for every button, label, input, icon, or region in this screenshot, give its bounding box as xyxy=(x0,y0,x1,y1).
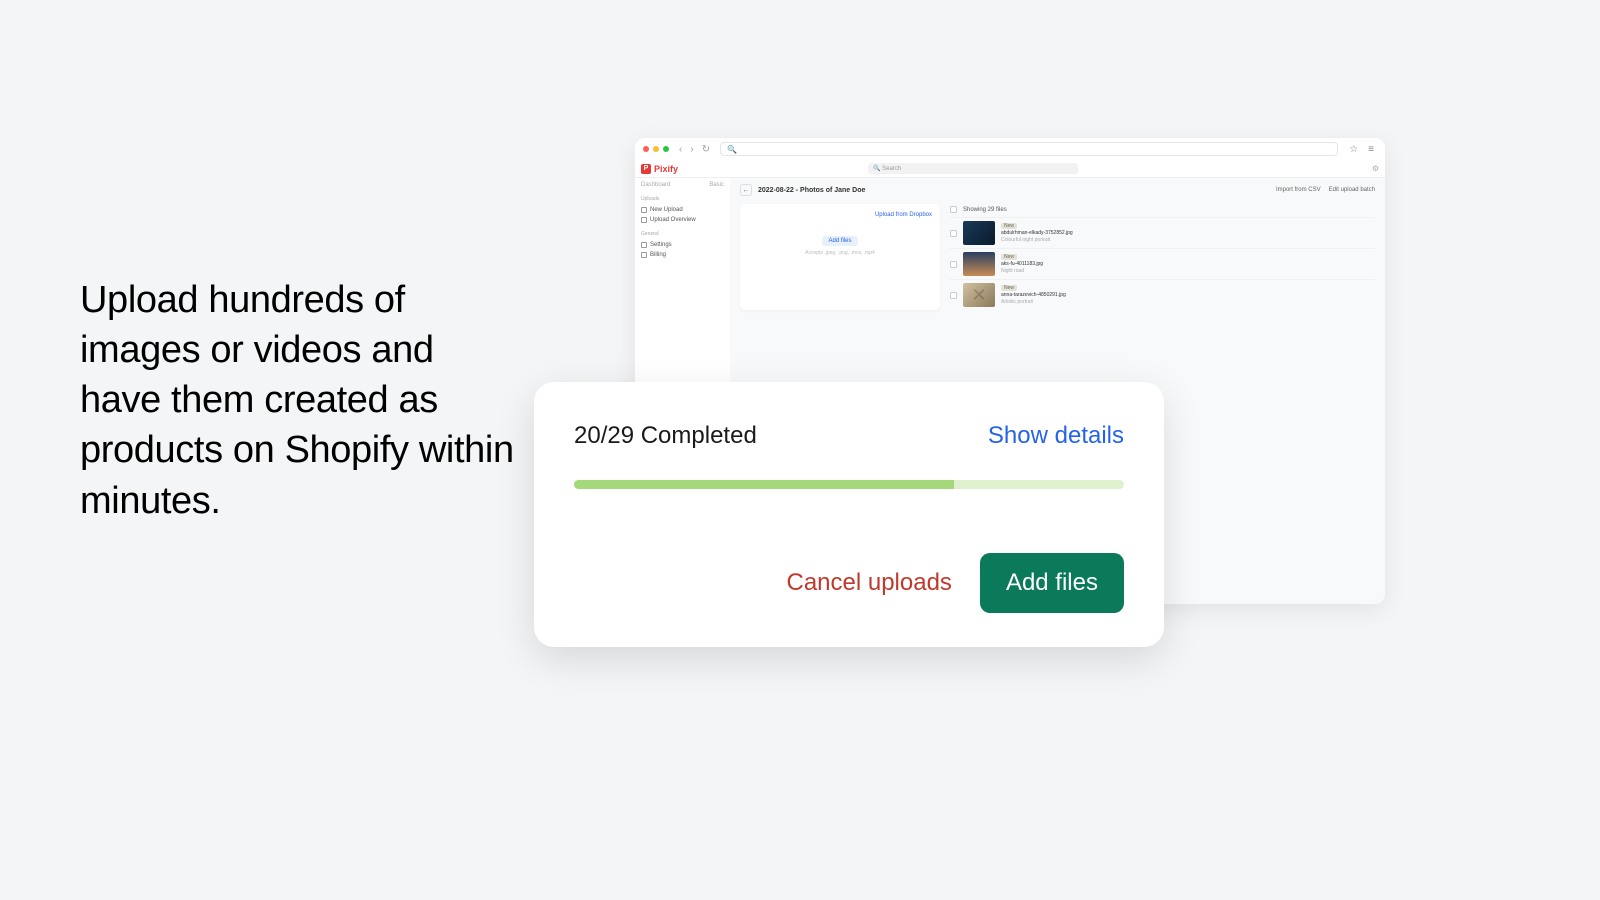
row-checkbox[interactable] xyxy=(950,261,957,268)
progress-status: 20/29 Completed xyxy=(574,422,757,450)
file-name: abdulrhman-elkady-3752852.jpg xyxy=(1001,230,1073,236)
sidebar-item-billing[interactable]: Billing xyxy=(641,250,724,260)
maximize-icon[interactable] xyxy=(663,146,669,152)
add-files-chip[interactable]: Add files xyxy=(822,236,857,246)
progress-bar xyxy=(574,480,1124,489)
list-count: Showing 29 files xyxy=(963,207,1007,213)
show-details-link[interactable]: Show details xyxy=(988,422,1124,450)
sidebar-section-general: General xyxy=(641,231,724,237)
window-controls[interactable] xyxy=(643,146,669,152)
sidebar-item-new-upload[interactable]: New Upload xyxy=(641,205,724,215)
search-icon: 🔍 xyxy=(873,165,880,172)
menu-icon[interactable]: ≡ xyxy=(1365,144,1377,155)
sidebar-item-upload-overview[interactable]: Upload Overview xyxy=(641,215,724,225)
list-item[interactable]: New aks-fu-4011183.jpg Night road xyxy=(950,248,1375,279)
sidebar-dashboard[interactable]: Dashboard xyxy=(641,182,670,188)
star-icon[interactable]: ☆ xyxy=(1346,144,1361,155)
close-icon[interactable] xyxy=(643,146,649,152)
import-csv-link[interactable]: Import from CSV xyxy=(1276,187,1321,193)
sidebar-item-label: New Upload xyxy=(650,207,683,213)
file-desc: Artistic portrait xyxy=(1001,299,1066,305)
file-list: Showing 29 files New abdulrhman-elkady-3… xyxy=(950,204,1375,310)
cancel-uploads-button[interactable]: Cancel uploads xyxy=(786,569,951,597)
list-icon xyxy=(641,217,647,223)
search-placeholder: Search xyxy=(882,166,901,172)
status-badge: New xyxy=(1001,285,1017,291)
marketing-headline: Upload hundreds of images or videos and … xyxy=(80,275,520,526)
brand-logo-icon: P xyxy=(641,164,651,174)
forward-icon[interactable]: › xyxy=(688,144,695,155)
row-checkbox[interactable] xyxy=(950,292,957,299)
list-item[interactable]: New abdulrhman-elkady-3752852.jpg Colour… xyxy=(950,217,1375,248)
file-desc: Night road xyxy=(1001,268,1043,274)
list-item[interactable]: New anna-tarazevich-4850291.jpg Artistic… xyxy=(950,279,1375,310)
app-header: P Pixify 🔍 Search ⚙ xyxy=(635,160,1385,178)
brand-name: Pixify xyxy=(654,164,678,174)
card-icon xyxy=(641,252,647,258)
search-icon: 🔍 xyxy=(727,145,737,154)
progress-fill xyxy=(574,480,954,489)
upload-from-dropbox-link[interactable]: Upload from Dropbox xyxy=(875,212,932,218)
file-name: aks-fu-4011183.jpg xyxy=(1001,261,1043,267)
thumbnail xyxy=(963,283,995,307)
edit-batch-link[interactable]: Edit upload batch xyxy=(1329,187,1375,193)
status-badge: New xyxy=(1001,254,1017,260)
sidebar-item-label: Billing xyxy=(650,252,666,258)
minimize-icon[interactable] xyxy=(653,146,659,152)
sidebar-item-label: Upload Overview xyxy=(650,217,696,223)
row-checkbox[interactable] xyxy=(950,230,957,237)
sidebar-item-settings[interactable]: Settings xyxy=(641,240,724,250)
file-desc: Colourful night portrait xyxy=(1001,237,1073,243)
sidebar-basic-badge: Basic xyxy=(709,182,724,188)
file-name: anna-tarazevich-4850291.jpg xyxy=(1001,292,1066,298)
plus-icon xyxy=(641,207,647,213)
status-badge: New xyxy=(1001,223,1017,229)
thumbnail xyxy=(963,252,995,276)
sidebar-section-uploads: Uploads xyxy=(641,196,724,202)
refresh-icon[interactable]: ↻ xyxy=(700,144,712,155)
sidebar-item-label: Settings xyxy=(650,242,672,248)
app-search-input[interactable]: 🔍 Search xyxy=(868,163,1078,174)
address-bar[interactable]: 🔍 xyxy=(720,142,1338,156)
thumbnail xyxy=(963,221,995,245)
gear-icon xyxy=(641,242,647,248)
select-all-checkbox[interactable] xyxy=(950,206,957,213)
settings-icon[interactable]: ⚙ xyxy=(1372,164,1379,173)
page-title: 2022-08-22 - Photos of Jane Doe xyxy=(758,187,865,194)
upload-dropzone[interactable]: Upload from Dropbox Add files Accepts .j… xyxy=(740,204,940,310)
accepts-hint: Accepts .jpeg, .png, .mov, .mp4 xyxy=(748,250,932,256)
back-icon[interactable]: ‹ xyxy=(677,144,684,155)
back-button[interactable]: ← xyxy=(740,184,752,196)
browser-toolbar: ‹ › ↻ 🔍 ☆ ≡ xyxy=(635,138,1385,160)
upload-progress-card: 20/29 Completed Show details Cancel uplo… xyxy=(534,382,1164,647)
add-files-button[interactable]: Add files xyxy=(980,553,1124,613)
